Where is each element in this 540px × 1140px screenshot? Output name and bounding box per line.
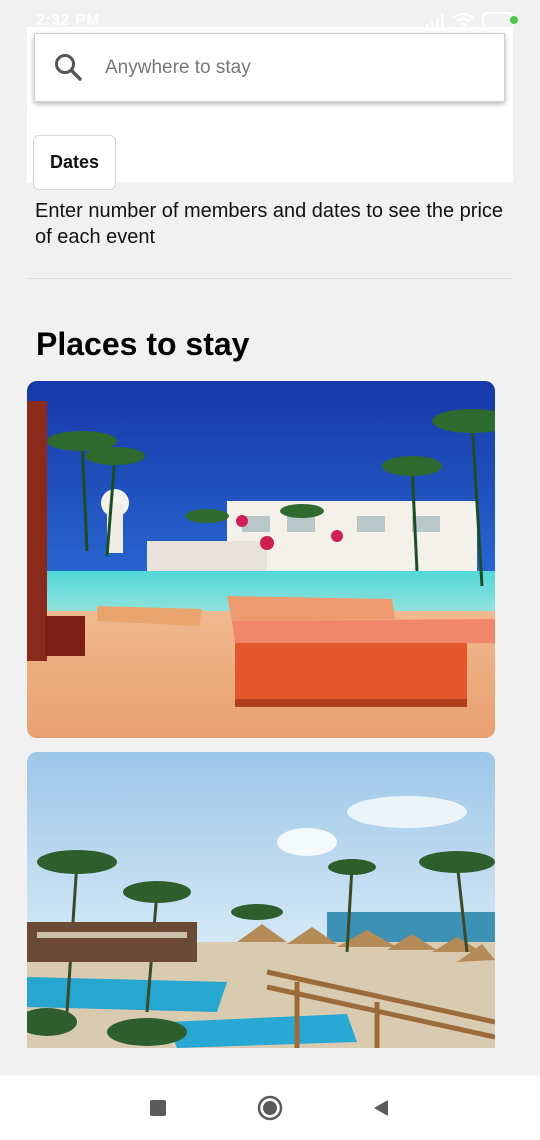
place-card[interactable] <box>27 381 495 738</box>
recent-apps-button[interactable] <box>145 1095 171 1121</box>
info-text: Enter number of members and dates to see… <box>35 200 504 248</box>
place-image <box>27 752 495 1048</box>
battery-charging-dot <box>510 16 518 24</box>
divider <box>27 278 513 279</box>
search-input[interactable] <box>105 48 485 88</box>
circle-icon <box>257 1095 283 1121</box>
dates-button[interactable]: Dates <box>33 135 116 190</box>
system-nav-bar <box>0 1075 540 1140</box>
place-image <box>27 381 495 738</box>
dates-label: Dates <box>49 152 100 172</box>
place-card[interactable] <box>27 752 495 1048</box>
section-title: Places to stay <box>36 326 250 362</box>
square-icon <box>150 1100 166 1116</box>
search-icon <box>55 54 82 81</box>
signal-icon <box>426 14 444 28</box>
home-button[interactable] <box>257 1095 283 1121</box>
search-bar[interactable] <box>34 33 505 102</box>
back-button[interactable] <box>368 1095 394 1121</box>
triangle-back-icon <box>374 1100 388 1116</box>
